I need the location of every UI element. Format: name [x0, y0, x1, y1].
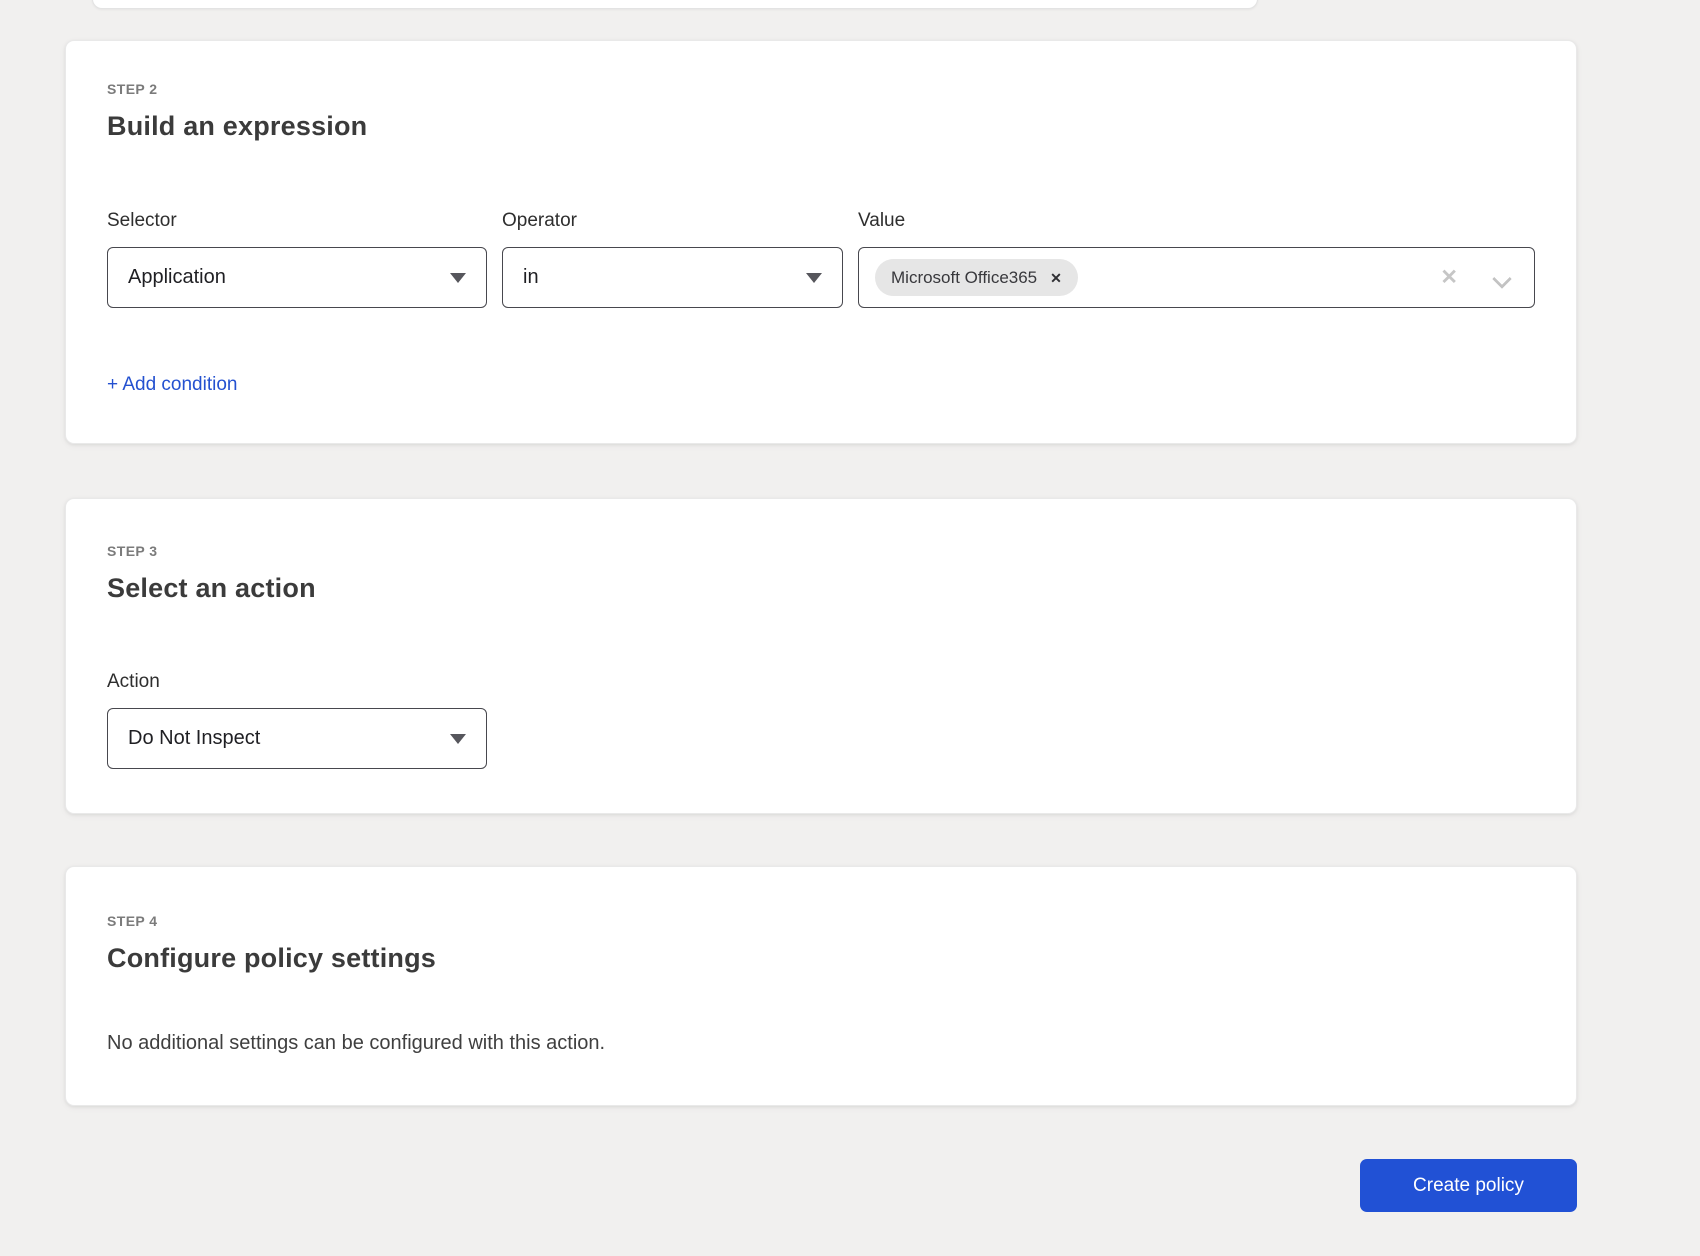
- step-2-title: Build an expression: [107, 111, 1535, 142]
- operator-field: Operator in: [502, 210, 843, 308]
- no-settings-note: No additional settings can be configured…: [107, 1032, 1535, 1055]
- step-3-label: STEP 3: [107, 543, 1535, 559]
- value-field-label: Value: [858, 210, 1535, 232]
- step-4-card: STEP 4 Configure policy settings No addi…: [65, 866, 1577, 1106]
- selector-dropdown[interactable]: Application: [107, 247, 487, 308]
- operator-field-label: Operator: [502, 210, 843, 232]
- clear-all-icon[interactable]: ✕: [1440, 267, 1458, 288]
- caret-down-icon: [450, 273, 466, 283]
- operator-dropdown-value: in: [523, 266, 539, 289]
- value-multiselect[interactable]: Microsoft Office365 ✕ ✕: [858, 247, 1535, 308]
- step-4-title: Configure policy settings: [107, 943, 1535, 974]
- step-2-label: STEP 2: [107, 81, 1535, 97]
- selector-field-label: Selector: [107, 210, 487, 232]
- caret-down-icon: [450, 734, 466, 744]
- value-tag-label: Microsoft Office365: [891, 268, 1037, 288]
- value-tag: Microsoft Office365 ✕: [875, 259, 1078, 296]
- previous-card-bottom-edge: [92, 0, 1258, 9]
- step-4-label: STEP 4: [107, 913, 1535, 929]
- add-condition-link[interactable]: + Add condition: [107, 374, 237, 396]
- tag-remove-icon[interactable]: ✕: [1050, 271, 1062, 285]
- step-3-title: Select an action: [107, 573, 1535, 604]
- action-field: Action Do Not Inspect: [107, 671, 487, 769]
- policy-builder-page: STEP 2 Build an expression Selector Appl…: [65, 40, 1577, 1212]
- operator-dropdown[interactable]: in: [502, 247, 843, 308]
- action-dropdown-value: Do Not Inspect: [128, 727, 260, 750]
- caret-down-icon: [806, 273, 822, 283]
- selector-dropdown-value: Application: [128, 266, 226, 289]
- action-field-label: Action: [107, 671, 487, 693]
- step-3-card: STEP 3 Select an action Action Do Not In…: [65, 498, 1577, 814]
- step-2-card: STEP 2 Build an expression Selector Appl…: [65, 40, 1577, 444]
- footer-actions: Create policy: [65, 1159, 1577, 1212]
- selector-field: Selector Application: [107, 210, 487, 308]
- create-policy-button[interactable]: Create policy: [1360, 1159, 1577, 1212]
- expression-fields-row: Selector Application Operator in Value M…: [107, 210, 1535, 308]
- action-dropdown[interactable]: Do Not Inspect: [107, 708, 487, 769]
- value-field: Value Microsoft Office365 ✕ ✕: [858, 210, 1535, 308]
- chevron-down-icon[interactable]: [1494, 270, 1510, 286]
